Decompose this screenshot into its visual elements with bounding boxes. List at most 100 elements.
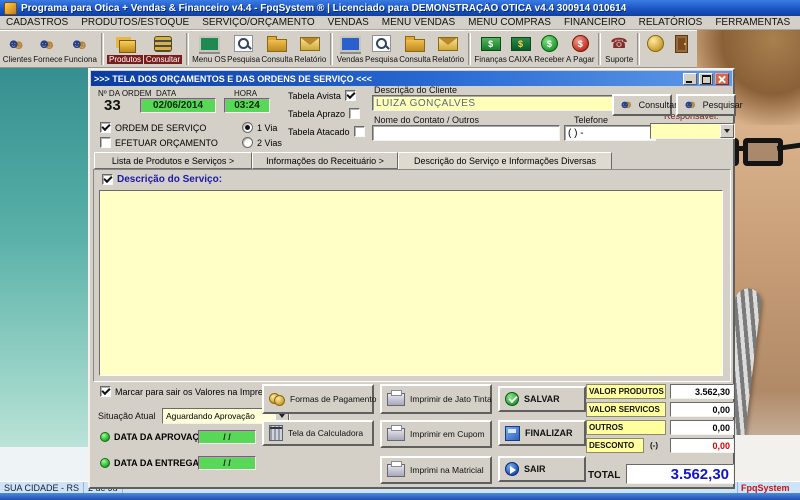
toolbar-caixa[interactable]: $ CAIXA: [508, 32, 534, 66]
telefone-field[interactable]: ( ) -: [564, 125, 656, 141]
menu-ferramentas[interactable]: FERRAMENTAS: [715, 17, 790, 28]
menu-cadastros[interactable]: CADASTROS: [6, 17, 68, 28]
consultar-button-label: Consultar: [639, 100, 678, 110]
finalizar-button[interactable]: FINALIZAR: [498, 420, 586, 446]
tab-descricao-servico[interactable]: Descrição do Serviço e Informações Diver…: [398, 152, 612, 170]
consultar-button[interactable]: Consultar: [612, 94, 672, 116]
coins-icon: [269, 393, 285, 405]
imprimir-jato-button[interactable]: Imprimir de Jato Tinta: [380, 384, 492, 414]
menu-menu-vendas[interactable]: MENU VENDAS: [382, 17, 455, 28]
imprimir-cupom-button[interactable]: Imprimir em Cupom: [380, 420, 492, 448]
descricao-servico-checkbox[interactable]: Descrição do Serviço:: [102, 174, 222, 185]
calculadora-button[interactable]: Tela da Calculadora: [262, 420, 374, 446]
toolbar-label: Consultar: [144, 55, 182, 64]
telefone-label: Telefone: [574, 115, 608, 125]
situacao-label: Situação Atual: [98, 411, 156, 421]
menu-relatorios[interactable]: RELATÓRIOS: [639, 17, 703, 28]
orcamentos-window-titlebar[interactable]: >>> TELA DOS ORÇAMENTOS E DAS ORDENS DE …: [91, 71, 732, 86]
app-title: Programa para Otica + Vendas & Financeir…: [21, 3, 626, 14]
finalizar-label: FINALIZAR: [525, 428, 573, 438]
toolbar-label: Relatório: [432, 55, 464, 64]
toolbar-a-pagar[interactable]: $ A Pagar: [565, 32, 595, 66]
sair-button[interactable]: SAIR: [498, 456, 586, 482]
employees-people-icon: [70, 35, 91, 53]
salvar-button[interactable]: SALVAR: [498, 386, 586, 412]
toolbar-separator: [330, 33, 333, 65]
toolbar-separator: [637, 33, 640, 65]
tab-informacoes-receituario[interactable]: Informações do Receituário >: [252, 152, 398, 169]
glasses-lens: [743, 138, 783, 166]
outros-label: OUTROS: [586, 420, 666, 435]
toolbar-clientes[interactable]: Clientes: [2, 32, 32, 66]
toolbar-financas[interactable]: $ Finanças: [474, 32, 508, 66]
suppliers-people-icon: [37, 35, 58, 53]
toolbar-label: Finanças: [474, 55, 506, 64]
toolbar-label: Consulta: [399, 55, 431, 64]
toolbar-pesquisa-vendas[interactable]: Pesquisa: [364, 32, 398, 66]
search-icon: [372, 35, 391, 52]
toolbar-label: Pesquisa: [227, 55, 260, 64]
tab-strip: Lista de Produtos e Serviços > Informaçõ…: [94, 152, 612, 170]
tab-lista-produtos[interactable]: Lista de Produtos e Serviços >: [94, 152, 252, 169]
toolbar-fornecedores[interactable]: Fornece: [32, 32, 63, 66]
toolbar-separator: [598, 33, 601, 65]
ordem-servico-label: ORDEM DE SERVIÇO: [115, 123, 206, 133]
tabela-atacado-checkbox[interactable]: Tabela Atacado: [288, 126, 365, 137]
toolbar-menu-os[interactable]: Menu OS: [192, 32, 227, 66]
responsavel-combo[interactable]: [650, 123, 735, 139]
time-field[interactable]: 03:24: [224, 98, 270, 113]
toolbar-suporte[interactable]: Suporte: [604, 32, 634, 66]
radio-1-via[interactable]: 1 Via: [242, 122, 277, 133]
efetuar-orcamento-checkbox[interactable]: EFETUAR ORÇAMENTO: [100, 137, 218, 148]
pesquisar-button[interactable]: Pesquisar: [676, 94, 736, 116]
checkbox-icon: [100, 122, 111, 133]
toolbar-receber[interactable]: $ Receber: [534, 32, 566, 66]
toolbar-funcionarios[interactable]: Funciona: [63, 32, 97, 66]
chevron-down-icon[interactable]: [720, 124, 734, 138]
formas-pagamento-button[interactable]: Formas de Pagamento: [262, 384, 374, 414]
imprimir-matricial-button[interactable]: Imprimi na Matricial: [380, 456, 492, 484]
data-aprovacao-field[interactable]: / /: [198, 430, 256, 444]
valores-impressao-checkbox[interactable]: Marcar para sair os Valores na Impressão: [100, 386, 282, 397]
date-field[interactable]: 02/06/2014: [140, 98, 216, 113]
ordem-servico-checkbox[interactable]: ORDEM DE SERVIÇO: [100, 122, 206, 133]
data-entrega-radio[interactable]: DATA DA ENTREGA: [100, 458, 199, 468]
radio-2-vias[interactable]: 2 Vias: [242, 137, 282, 148]
menu-financeiro[interactable]: FINANCEIRO: [564, 17, 626, 28]
checkbox-icon: [100, 137, 111, 148]
minimize-button[interactable]: [683, 73, 697, 85]
checkbox-icon: [102, 174, 113, 185]
menu-vendas[interactable]: VENDAS: [328, 17, 369, 28]
toolbar-relatorio-os[interactable]: Relatório: [294, 32, 327, 66]
menu-produtos-estoque[interactable]: PRODUTOS/ESTOQUE: [81, 17, 189, 28]
contato-field[interactable]: [372, 125, 560, 141]
menu-menu-compras[interactable]: MENU COMPRAS: [468, 17, 551, 28]
toolbar-moeda[interactable]: [643, 32, 669, 66]
toolbar-label: Receber: [534, 55, 564, 64]
toolbar-relatorio-vendas[interactable]: Relatório: [431, 32, 464, 66]
valor-servicos-value: 0,00: [670, 402, 734, 417]
tabela-avista-checkbox[interactable]: Tabela Avista: [288, 90, 356, 101]
toolbar-consulta-os[interactable]: Consulta: [261, 32, 294, 66]
consultar-people-icon: [619, 99, 634, 111]
toolbar-pesquisa-os[interactable]: Pesquisa: [227, 32, 261, 66]
checkbox-icon: [354, 126, 365, 137]
toolbar-consultar[interactable]: Consultar: [144, 32, 183, 66]
toolbar-label: Suporte: [605, 55, 633, 64]
time-label: HORA: [234, 89, 257, 98]
maximize-button[interactable]: [699, 73, 713, 85]
descricao-servico-textarea[interactable]: [99, 190, 723, 376]
toolbar-vendas[interactable]: Vendas: [336, 32, 364, 66]
close-button[interactable]: [715, 73, 729, 85]
data-entrega-field[interactable]: / /: [198, 456, 256, 470]
printer-icon: [387, 393, 405, 406]
toolbar-consulta-vendas[interactable]: Consulta: [399, 32, 432, 66]
search-icon: [234, 35, 253, 52]
toolbar-produtos[interactable]: Produtos: [107, 32, 144, 66]
data-aprovacao-radio[interactable]: DATA DA APROVAÇÃO: [100, 432, 213, 442]
toolbar-label: Produtos: [107, 55, 143, 64]
formas-pagamento-label: Formas de Pagamento: [290, 394, 376, 404]
tabela-aprazo-checkbox[interactable]: Tabela Aprazo: [288, 108, 360, 119]
toolbar-sair-app[interactable]: [669, 32, 695, 66]
menu-servico-orcamento[interactable]: SERVIÇO/ORÇAMENTO: [202, 17, 314, 28]
